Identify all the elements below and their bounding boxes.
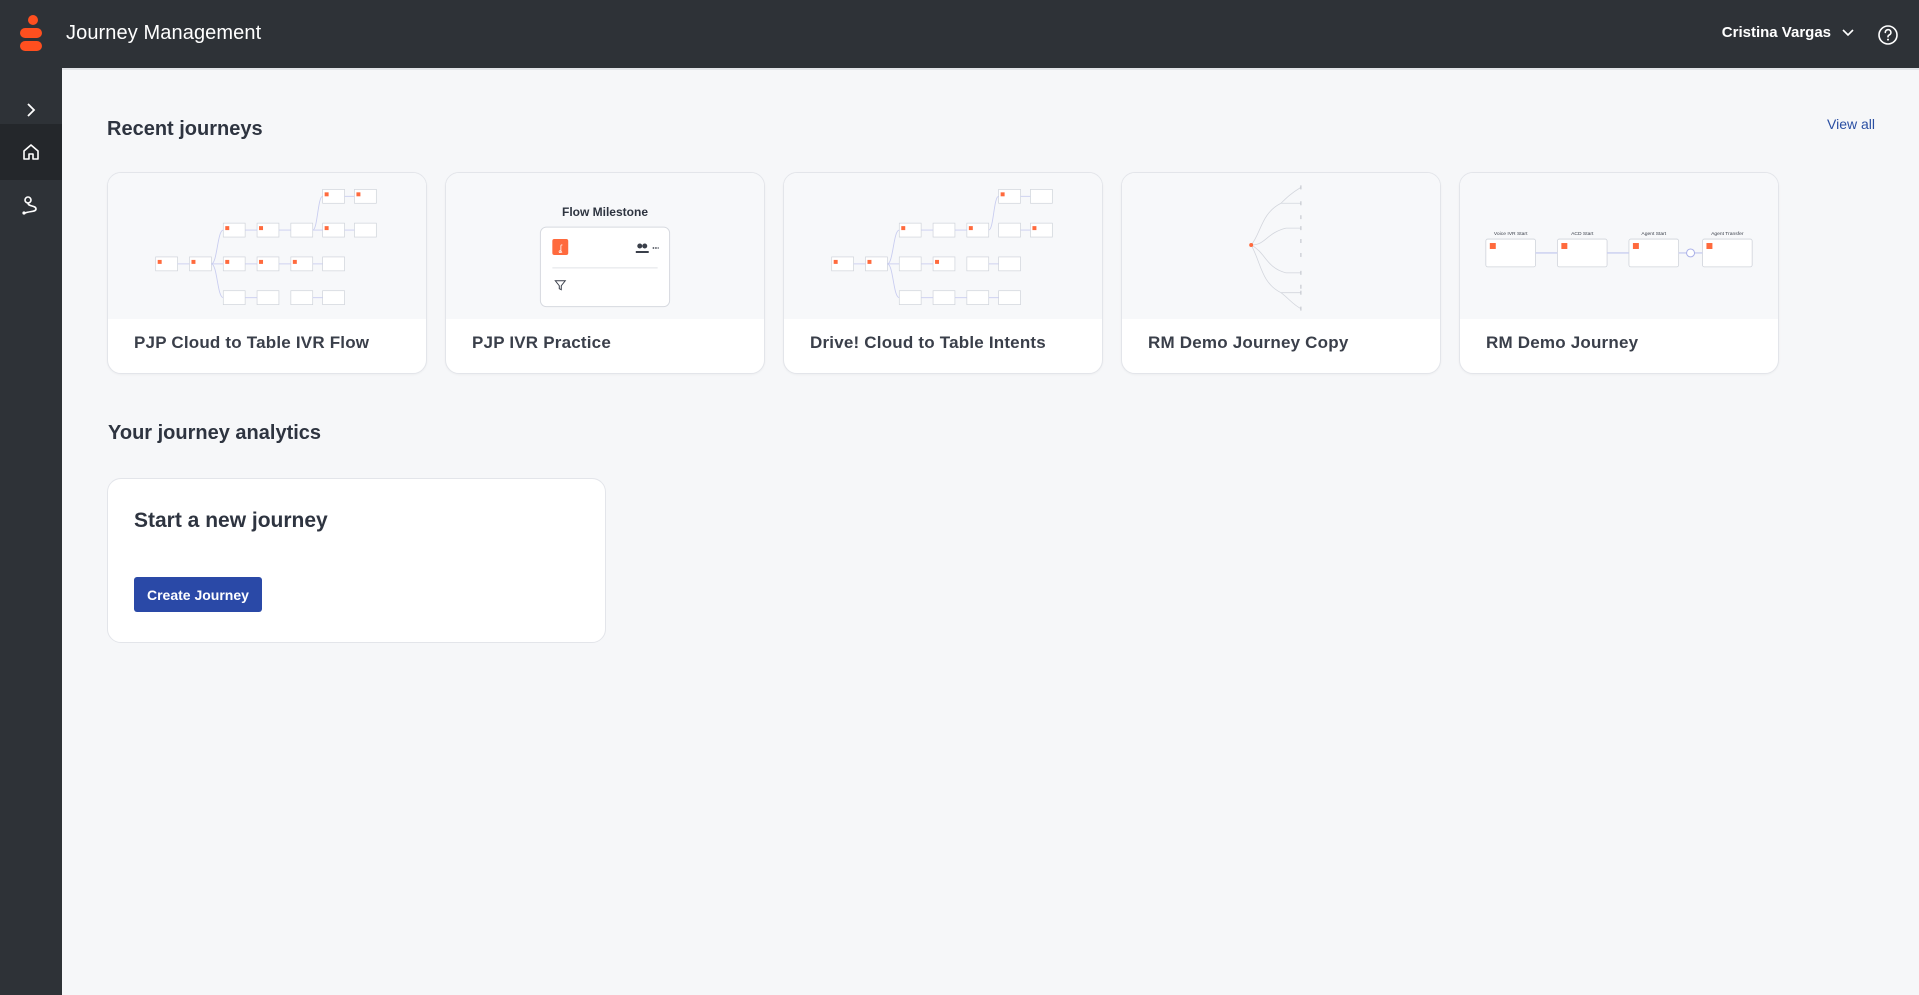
create-journey-button[interactable]: Create Journey	[134, 577, 262, 612]
journey-card-name: PJP IVR Practice	[472, 333, 611, 352]
recent-journeys-title: Recent journeys	[107, 118, 263, 140]
top-bar: Journey Management Cristina Vargas	[0, 0, 1919, 68]
view-all-link[interactable]: View all	[1827, 116, 1875, 132]
preview-node-label: Agent Start	[1641, 231, 1666, 237]
journey-card[interactable]: PJP Cloud to Table IVR Flow	[107, 172, 427, 374]
start-new-journey-card: Start a new journey Create Journey	[107, 478, 606, 643]
preview-node-label: Agent Transfer	[1711, 231, 1744, 237]
journey-card[interactable]: ʆ Flow Milestone PJP IVR Practice	[445, 172, 765, 374]
preview-label: Flow Milestone	[561, 205, 648, 219]
journey-preview-thumbnail	[784, 173, 1102, 319]
preview-node-label: Voice IVR Start	[1494, 231, 1528, 237]
chevron-right-icon	[27, 103, 36, 117]
app-title: Journey Management	[66, 22, 262, 44]
help-icon[interactable]	[1877, 24, 1899, 46]
chevron-down-icon	[1842, 28, 1854, 36]
user-menu[interactable]: Cristina Vargas	[1722, 24, 1855, 41]
genesys-logo-icon	[20, 15, 42, 51]
journey-preview-thumbnail	[1122, 173, 1440, 319]
journey-card-name: RM Demo Journey	[1486, 333, 1639, 352]
journey-analytics-title: Your journey analytics	[108, 422, 322, 444]
sidebar	[0, 68, 62, 995]
user-name: Cristina Vargas	[1721, 24, 1831, 41]
journey-card-name: Drive! Cloud to Table Intents	[810, 333, 1046, 352]
journey-preview-thumbnail	[108, 173, 426, 319]
main-content: Recent journeys View all PJP Cloud to Ta…	[62, 68, 1919, 995]
sidebar-item-journeys[interactable]	[0, 178, 62, 234]
journey-card[interactable]: Drive! Cloud to Table Intents	[783, 172, 1103, 374]
journey-card-name: RM Demo Journey Copy	[1148, 333, 1349, 352]
start-new-journey-title: Start a new journey	[134, 509, 328, 532]
journey-preview-thumbnail: Voice IVR Start ACD Start Agent Start Ag…	[1460, 173, 1778, 319]
journey-card-name: PJP Cloud to Table IVR Flow	[134, 333, 370, 352]
sidebar-item-home[interactable]	[0, 124, 62, 180]
home-icon	[23, 144, 39, 160]
preview-node-label: ACD Start	[1571, 231, 1594, 237]
journey-path-icon	[22, 196, 37, 215]
journey-card[interactable]: RM Demo Journey Copy	[1121, 172, 1441, 374]
journey-preview-thumbnail: ʆ	[446, 173, 764, 319]
journey-card[interactable]: Voice IVR Start ACD Start Agent Start Ag…	[1459, 172, 1779, 374]
